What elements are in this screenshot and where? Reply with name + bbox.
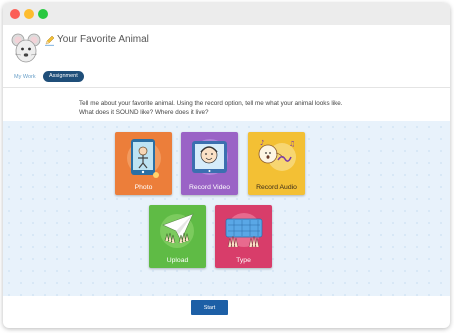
record-video-option-label: Record Video	[188, 184, 231, 191]
pencil-icon	[45, 35, 55, 46]
assignment-header: Your Favorite Animal My Work Assignment	[3, 25, 450, 87]
mouse-avatar-icon	[11, 33, 41, 63]
maximize-window-button[interactable]	[38, 9, 48, 19]
upload-option-label: Upload	[166, 257, 189, 264]
record-audio-option-tile[interactable]: ♪ ♫ Record Audio	[248, 132, 305, 195]
window-titlebar	[3, 3, 450, 26]
photo-option-tile[interactable]: Photo	[115, 132, 172, 195]
close-window-button[interactable]	[10, 9, 20, 19]
header-divider	[3, 87, 450, 88]
assignment-prompt: Tell me about your favorite animal. Usin…	[79, 100, 343, 116]
svg-text:♫: ♫	[289, 140, 295, 148]
type-option-tile[interactable]: Type	[215, 205, 272, 268]
upload-option-tile[interactable]: Upload	[149, 205, 206, 268]
page-title: Your Favorite Animal	[57, 34, 149, 45]
start-button[interactable]: Start	[191, 300, 228, 315]
tab-assignment[interactable]: Assignment	[43, 71, 84, 82]
response-options-panel: Photo Record Video ♪ ♫ Record Audio Uplo…	[3, 121, 450, 296]
type-option-label: Type	[236, 257, 251, 264]
tab-my-work[interactable]: My Work	[14, 74, 36, 80]
app-window: Your Favorite Animal My Work Assignment …	[3, 3, 450, 328]
svg-text:♪: ♪	[260, 139, 264, 147]
photo-option-label: Photo	[134, 184, 153, 191]
record-video-option-tile[interactable]: Record Video	[181, 132, 238, 195]
record-audio-option-label: Record Audio	[256, 184, 297, 191]
minimize-window-button[interactable]	[24, 9, 34, 19]
